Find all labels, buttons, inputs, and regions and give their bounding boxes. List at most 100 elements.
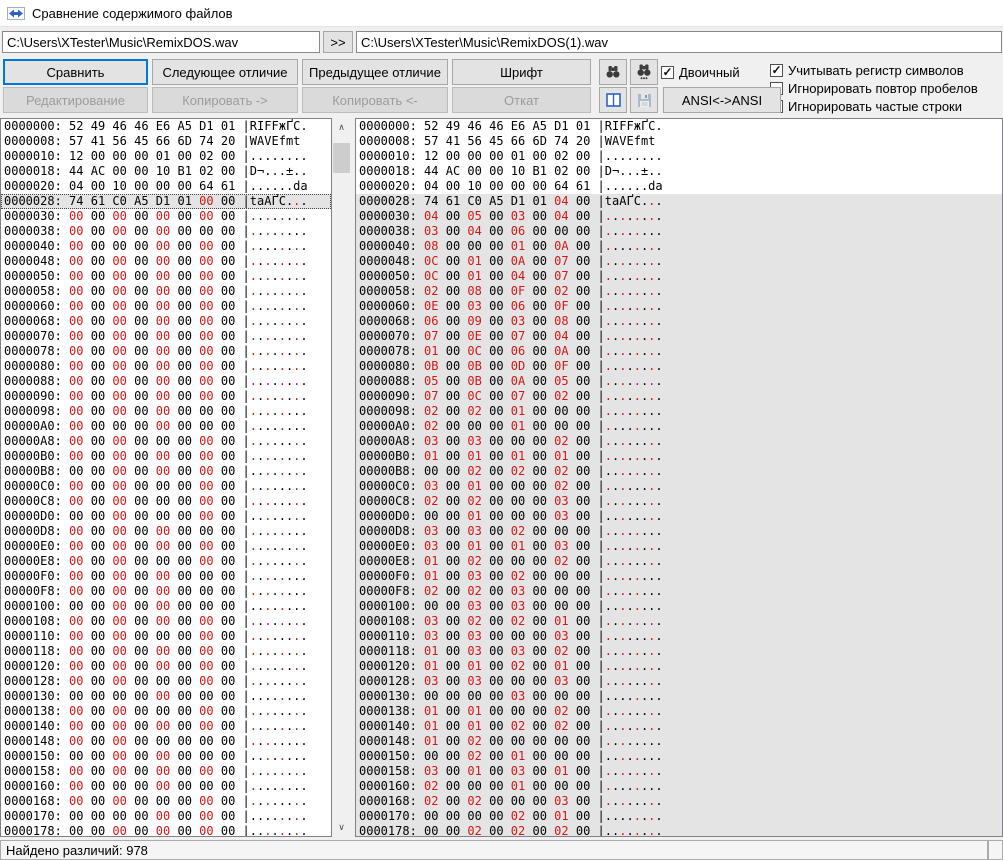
ignore-frequent-lines-checkbox[interactable]: Игнорировать частые строки bbox=[770, 98, 962, 114]
hex-row[interactable]: 0000058: 02 00 08 00 0F 00 02 00 |......… bbox=[356, 284, 1002, 299]
hex-row[interactable]: 00000C0: 00 00 00 00 00 00 00 00 |......… bbox=[1, 479, 331, 494]
hex-row[interactable]: 00000C8: 00 00 00 00 00 00 00 00 |......… bbox=[1, 494, 331, 509]
hex-row[interactable]: 0000148: 00 00 00 00 00 00 00 00 |......… bbox=[1, 734, 331, 749]
hex-row[interactable]: 00000E0: 03 00 01 00 01 00 03 00 |......… bbox=[356, 539, 1002, 554]
hex-row[interactable]: 0000008: 57 41 56 45 66 6D 74 20 |WAVEfm… bbox=[356, 134, 1002, 149]
hex-row[interactable]: 0000120: 01 00 01 00 02 00 01 00 |......… bbox=[356, 659, 1002, 674]
hex-row[interactable]: 0000110: 00 00 00 00 00 00 00 00 |......… bbox=[1, 629, 331, 644]
hex-row[interactable]: 0000140: 01 00 01 00 02 00 02 00 |......… bbox=[356, 719, 1002, 734]
hex-row[interactable]: 0000050: 00 00 00 00 00 00 00 00 |......… bbox=[1, 269, 331, 284]
find-button[interactable] bbox=[599, 59, 627, 85]
hex-row[interactable]: 0000130: 00 00 00 00 00 00 00 00 |......… bbox=[1, 689, 331, 704]
hex-row[interactable]: 00000E8: 01 00 02 00 00 00 02 00 |......… bbox=[356, 554, 1002, 569]
hex-row[interactable]: 0000098: 02 00 02 00 01 00 00 00 |......… bbox=[356, 404, 1002, 419]
hex-row[interactable]: 0000038: 03 00 04 00 06 00 00 00 |......… bbox=[356, 224, 1002, 239]
hex-row[interactable]: 0000040: 08 00 00 00 01 00 0A 00 |......… bbox=[356, 239, 1002, 254]
scroll-up-arrow-icon[interactable]: ∧ bbox=[333, 119, 350, 136]
hex-row[interactable]: 0000098: 00 00 00 00 00 00 00 00 |......… bbox=[1, 404, 331, 419]
hex-row[interactable]: 0000178: 00 00 00 00 00 00 00 00 |......… bbox=[1, 824, 331, 837]
hex-row[interactable]: 0000150: 00 00 02 00 01 00 00 00 |......… bbox=[356, 749, 1002, 764]
hex-row[interactable]: 0000118: 00 00 00 00 00 00 00 00 |......… bbox=[1, 644, 331, 659]
hex-row[interactable]: 0000088: 05 00 0B 00 0A 00 05 00 |......… bbox=[356, 374, 1002, 389]
hex-row[interactable]: 0000030: 04 00 05 00 03 00 04 00 |......… bbox=[356, 209, 1002, 224]
hex-row[interactable]: 0000060: 0E 00 03 00 06 00 0F 00 |......… bbox=[356, 299, 1002, 314]
hex-row[interactable]: 0000020: 04 00 10 00 00 00 64 61 |......… bbox=[1, 179, 331, 194]
compare-button[interactable]: Сравнить bbox=[3, 59, 148, 85]
hex-row[interactable]: 0000078: 01 00 0C 00 06 00 0A 00 |......… bbox=[356, 344, 1002, 359]
hex-row[interactable]: 0000070: 07 00 0E 00 07 00 04 00 |......… bbox=[356, 329, 1002, 344]
save-button[interactable] bbox=[630, 87, 658, 113]
scrollbar-thumb[interactable] bbox=[333, 143, 350, 173]
edit-button[interactable]: Редактирование bbox=[3, 87, 148, 113]
hex-row[interactable]: 0000060: 00 00 00 00 00 00 00 00 |......… bbox=[1, 299, 331, 314]
split-view-button[interactable] bbox=[599, 87, 627, 113]
hex-row[interactable]: 0000018: 44 AC 00 00 10 B1 02 00 |D¬...±… bbox=[356, 164, 1002, 179]
hex-row[interactable]: 0000048: 00 00 00 00 00 00 00 00 |......… bbox=[1, 254, 331, 269]
hex-row[interactable]: 0000000: 52 49 46 46 E6 A5 D1 01 |RIFFжҐ… bbox=[356, 119, 1002, 134]
scroll-down-arrow-icon[interactable]: ∨ bbox=[333, 819, 350, 836]
hex-row[interactable]: 0000170: 00 00 00 00 00 00 00 00 |......… bbox=[1, 809, 331, 824]
hex-row[interactable]: 0000168: 00 00 00 00 00 00 00 00 |......… bbox=[1, 794, 331, 809]
hex-row[interactable]: 0000030: 00 00 00 00 00 00 00 00 |......… bbox=[1, 209, 331, 224]
hex-row[interactable]: 0000138: 01 00 01 00 00 00 02 00 |......… bbox=[356, 704, 1002, 719]
hex-row-selected[interactable]: 0000028: 74 61 C0 A5 D1 01 00 00 |taАҐС.… bbox=[1, 194, 331, 209]
hex-row[interactable]: 00000D0: 00 00 01 00 00 00 03 00 |......… bbox=[356, 509, 1002, 524]
hex-row[interactable]: 00000F0: 00 00 00 00 00 00 00 00 |......… bbox=[1, 569, 331, 584]
hex-row[interactable]: 0000000: 52 49 46 46 E6 A5 D1 01 |RIFFжҐ… bbox=[1, 119, 331, 134]
hex-row[interactable]: 0000148: 01 00 02 00 00 00 00 00 |......… bbox=[356, 734, 1002, 749]
hex-row[interactable]: 0000080: 0B 00 0B 00 0D 00 0F 00 |......… bbox=[356, 359, 1002, 374]
hex-row[interactable]: 00000B8: 00 00 02 00 02 00 02 00 |......… bbox=[356, 464, 1002, 479]
hex-row[interactable]: 00000B8: 00 00 00 00 00 00 00 00 |......… bbox=[1, 464, 331, 479]
hex-row[interactable]: 00000D8: 00 00 00 00 00 00 00 00 |......… bbox=[1, 524, 331, 539]
hex-row[interactable]: 0000100: 00 00 00 00 00 00 00 00 |......… bbox=[1, 599, 331, 614]
hex-row[interactable]: 00000A8: 03 00 03 00 00 00 02 00 |......… bbox=[356, 434, 1002, 449]
undo-button[interactable]: Откат bbox=[452, 87, 591, 113]
hex-row[interactable]: 0000020: 04 00 10 00 00 00 64 61 |......… bbox=[356, 179, 1002, 194]
hex-row[interactable]: 00000F0: 01 00 03 00 02 00 00 00 |......… bbox=[356, 569, 1002, 584]
right-file-path-input[interactable] bbox=[356, 31, 1002, 53]
left-hex-panel[interactable]: 0000000: 52 49 46 46 E6 A5 D1 01 |RIFFжҐ… bbox=[0, 118, 332, 837]
hex-row[interactable]: 0000150: 00 00 00 00 00 00 00 00 |......… bbox=[1, 749, 331, 764]
hex-row[interactable]: 00000F8: 02 00 02 00 03 00 00 00 |......… bbox=[356, 584, 1002, 599]
hex-row[interactable]: 0000160: 02 00 00 00 01 00 00 00 |......… bbox=[356, 779, 1002, 794]
hex-row[interactable]: 0000108: 00 00 00 00 00 00 00 00 |......… bbox=[1, 614, 331, 629]
hex-row[interactable]: 00000F8: 00 00 00 00 00 00 00 00 |......… bbox=[1, 584, 331, 599]
hex-row[interactable]: 0000130: 00 00 00 00 03 00 00 00 |......… bbox=[356, 689, 1002, 704]
shared-scrollbar[interactable]: ∧ ∨ bbox=[333, 119, 350, 836]
hex-row[interactable]: 0000128: 00 00 00 00 00 00 00 00 |......… bbox=[1, 674, 331, 689]
next-difference-button[interactable]: Следующее отличие bbox=[152, 59, 298, 85]
hex-row[interactable]: 0000108: 03 00 02 00 02 00 01 00 |......… bbox=[356, 614, 1002, 629]
hex-row[interactable]: 0000168: 02 00 02 00 00 00 03 00 |......… bbox=[356, 794, 1002, 809]
hex-row[interactable]: 0000170: 00 00 00 00 02 00 01 00 |......… bbox=[356, 809, 1002, 824]
hex-row[interactable]: 00000B0: 00 00 00 00 00 00 00 00 |......… bbox=[1, 449, 331, 464]
ansi-encoding-button[interactable]: ANSI<->ANSI bbox=[663, 87, 781, 113]
hex-row[interactable]: 0000178: 00 00 02 00 02 00 02 00 |......… bbox=[356, 824, 1002, 837]
hex-row[interactable]: 0000040: 00 00 00 00 00 00 00 00 |......… bbox=[1, 239, 331, 254]
copy-right-button[interactable]: Копировать -> bbox=[152, 87, 298, 113]
hex-row[interactable]: 00000E8: 00 00 00 00 00 00 00 00 |......… bbox=[1, 554, 331, 569]
hex-row[interactable]: 00000C8: 02 00 02 00 00 00 03 00 |......… bbox=[356, 494, 1002, 509]
hex-row[interactable]: 00000B0: 01 00 01 00 01 00 01 00 |......… bbox=[356, 449, 1002, 464]
left-file-path-input[interactable] bbox=[2, 31, 320, 53]
hex-row[interactable]: 0000080: 00 00 00 00 00 00 00 00 |......… bbox=[1, 359, 331, 374]
hex-row[interactable]: 00000A0: 02 00 00 00 01 00 00 00 |......… bbox=[356, 419, 1002, 434]
hex-row[interactable]: 00000D8: 03 00 03 00 02 00 00 00 |......… bbox=[356, 524, 1002, 539]
hex-row[interactable]: 0000068: 06 00 09 00 03 00 08 00 |......… bbox=[356, 314, 1002, 329]
hex-row[interactable]: 00000E0: 00 00 00 00 00 00 00 00 |......… bbox=[1, 539, 331, 554]
hex-row[interactable]: 0000050: 0C 00 01 00 04 00 07 00 |......… bbox=[356, 269, 1002, 284]
hex-row[interactable]: 0000090: 00 00 00 00 00 00 00 00 |......… bbox=[1, 389, 331, 404]
hex-row[interactable]: 0000090: 07 00 0C 00 07 00 02 00 |......… bbox=[356, 389, 1002, 404]
copy-left-button[interactable]: Копировать <- bbox=[302, 87, 448, 113]
hex-row[interactable]: 0000100: 00 00 03 00 03 00 00 00 |......… bbox=[356, 599, 1002, 614]
hex-row[interactable]: 0000008: 57 41 56 45 66 6D 74 20 |WAVEfm… bbox=[1, 134, 331, 149]
hex-row[interactable]: 0000128: 03 00 03 00 00 00 03 00 |......… bbox=[356, 674, 1002, 689]
hex-row[interactable]: 0000058: 00 00 00 00 00 00 00 00 |......… bbox=[1, 284, 331, 299]
hex-row[interactable]: 0000038: 00 00 00 00 00 00 00 00 |......… bbox=[1, 224, 331, 239]
hex-row[interactable]: 0000068: 00 00 00 00 00 00 00 00 |......… bbox=[1, 314, 331, 329]
hex-row[interactable]: 00000A8: 00 00 00 00 00 00 00 00 |......… bbox=[1, 434, 331, 449]
hex-row[interactable]: 0000010: 12 00 00 00 01 00 02 00 |......… bbox=[1, 149, 331, 164]
hex-row[interactable]: 00000D0: 00 00 00 00 00 00 00 00 |......… bbox=[1, 509, 331, 524]
hex-row[interactable]: 0000028: 74 61 C0 A5 D1 01 04 00 |taАҐС.… bbox=[356, 194, 1002, 209]
hex-row[interactable]: 0000110: 03 00 03 00 00 00 03 00 |......… bbox=[356, 629, 1002, 644]
hex-row[interactable]: 0000010: 12 00 00 00 01 00 02 00 |......… bbox=[356, 149, 1002, 164]
